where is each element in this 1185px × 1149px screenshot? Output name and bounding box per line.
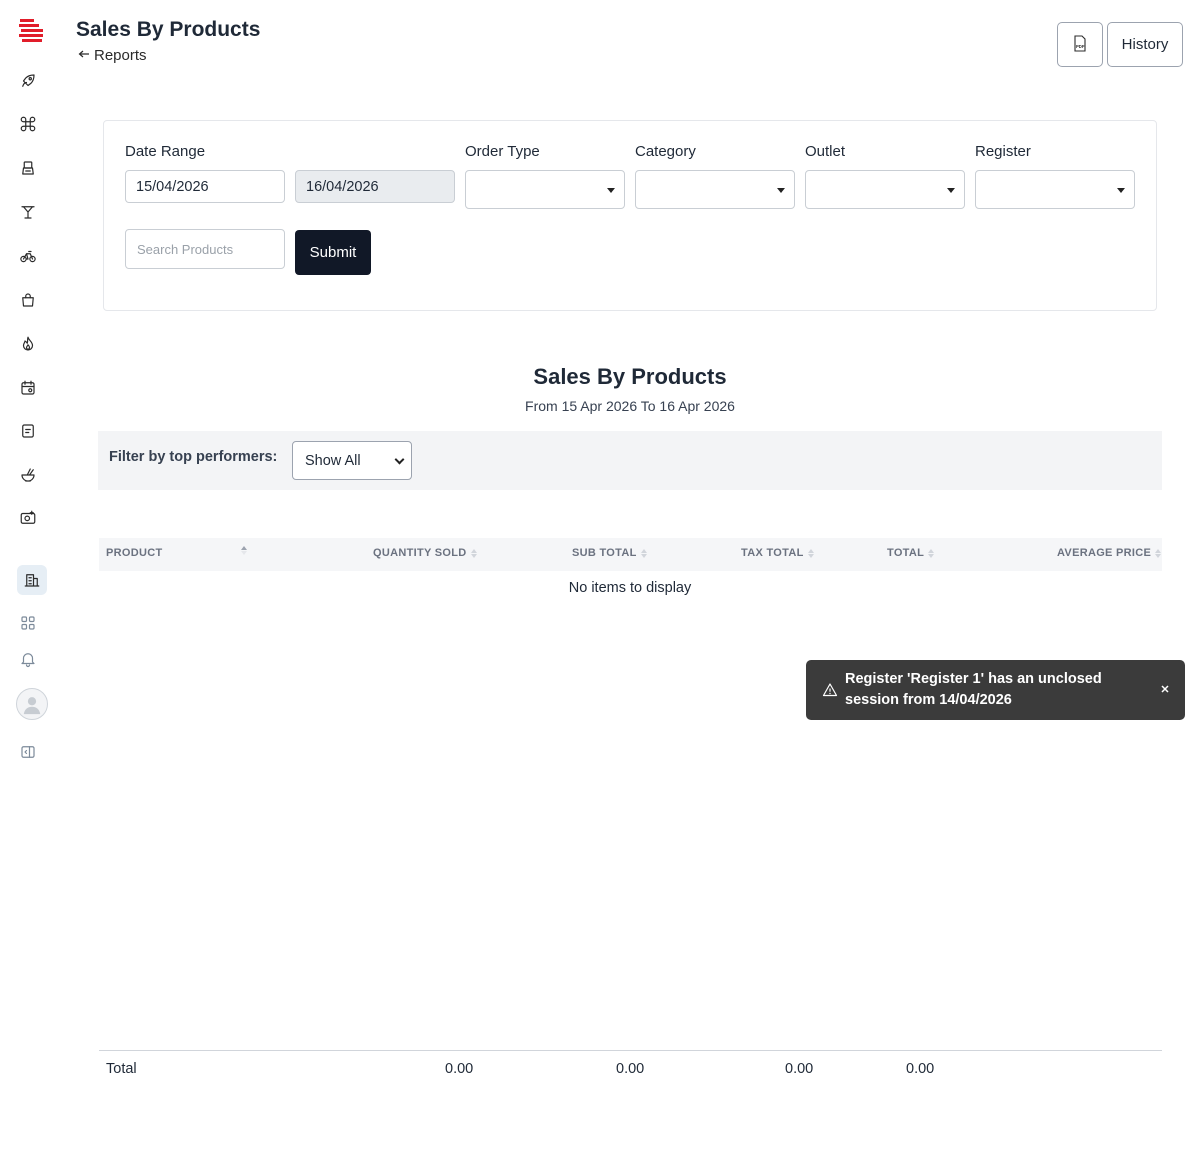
- outlet-label: Outlet: [805, 143, 846, 160]
- order-type-select[interactable]: [465, 170, 625, 209]
- column-label: AVERAGE PRICE: [1057, 547, 1152, 559]
- report-title: Sales By Products: [533, 364, 727, 389]
- arrow-left-icon: [78, 47, 90, 64]
- apps-icon[interactable]: [16, 611, 40, 635]
- category-label: Category: [635, 143, 696, 160]
- sort-icon: [807, 548, 814, 558]
- date-to-input[interactable]: 16/04/2026: [295, 170, 455, 203]
- rocket-icon[interactable]: [16, 69, 40, 93]
- date-from-input[interactable]: 15/04/2026: [125, 170, 285, 203]
- search-products-input[interactable]: Search Products: [125, 229, 285, 269]
- sidebar: [0, 0, 64, 1149]
- outlet-select[interactable]: [805, 170, 965, 209]
- sort-icon: [1155, 548, 1162, 558]
- column-label: PRODUCT: [106, 547, 163, 559]
- totals-label: Total: [106, 1061, 137, 1077]
- camera-add-icon[interactable]: [16, 506, 40, 530]
- column-header-sub-total[interactable]: SUB TOTAL: [572, 547, 647, 559]
- chevron-down-icon: [394, 454, 405, 465]
- cocktail-icon[interactable]: [16, 200, 40, 224]
- register-label: Register: [975, 143, 1031, 160]
- command-icon[interactable]: [16, 112, 40, 136]
- submit-button[interactable]: Submit: [295, 230, 371, 275]
- bowl-icon[interactable]: [16, 463, 40, 487]
- category-select[interactable]: [635, 170, 795, 209]
- column-label: TAX TOTAL: [741, 547, 804, 559]
- warning-toast: Register 'Register 1' has an unclosed se…: [806, 660, 1185, 720]
- ticket-icon[interactable]: [16, 419, 40, 443]
- column-label: QUANTITY SOLD: [373, 547, 467, 559]
- svg-text:PDF: PDF: [1076, 44, 1085, 49]
- column-header-quantity-sold[interactable]: QUANTITY SOLD: [373, 547, 477, 559]
- sort-icon: [470, 548, 477, 558]
- toast-message: Register 'Register 1' has an unclosed se…: [845, 671, 1102, 708]
- caret-down-icon: [777, 188, 785, 193]
- brand-logo[interactable]: [18, 18, 44, 44]
- back-link-label: Reports: [94, 47, 147, 64]
- totals-tax-total: 0.00: [785, 1061, 814, 1077]
- date-range-label: Date Range: [125, 143, 206, 160]
- column-label: SUB TOTAL: [572, 547, 637, 559]
- caret-down-icon: [1117, 188, 1125, 193]
- column-header-average-price[interactable]: AVERAGE PRICE: [1057, 547, 1162, 559]
- totals-quantity-sold: 0.00: [445, 1061, 474, 1077]
- pdf-export-button[interactable]: PDF: [1057, 22, 1103, 67]
- register-icon[interactable]: [16, 156, 40, 180]
- page-title: Sales By Products: [76, 18, 261, 41]
- close-icon[interactable]: [1159, 682, 1171, 694]
- column-header-product[interactable]: PRODUCT: [106, 547, 163, 559]
- history-button[interactable]: History: [1107, 22, 1183, 67]
- top-performers-value: Show All: [305, 452, 361, 469]
- pdf-file-icon: PDF: [1072, 34, 1088, 55]
- totals-sub-total: 0.00: [616, 1061, 645, 1077]
- top-performers-select[interactable]: Show All: [292, 441, 412, 480]
- back-to-reports-link[interactable]: Reports: [78, 47, 147, 64]
- sidebar-toggle-icon[interactable]: [16, 740, 40, 764]
- report-date-range: From 15 Apr 2026 To 16 Apr 2026: [525, 398, 735, 414]
- fire-icon[interactable]: [16, 332, 40, 356]
- caret-down-icon: [947, 188, 955, 193]
- column-label: TOTAL: [887, 547, 925, 559]
- caret-down-icon: [607, 188, 615, 193]
- column-header-total[interactable]: TOTAL: [887, 547, 935, 559]
- sort-icon: [928, 548, 935, 558]
- warning-icon: [822, 682, 838, 698]
- order-type-label: Order Type: [465, 143, 540, 160]
- empty-table-message: No items to display: [568, 580, 692, 596]
- sort-icon[interactable]: [241, 546, 247, 555]
- sort-icon: [640, 548, 647, 558]
- bell-icon[interactable]: [16, 647, 40, 671]
- bike-icon[interactable]: [16, 244, 40, 268]
- totals-total: 0.00: [906, 1061, 935, 1077]
- totals-divider: [99, 1050, 1162, 1051]
- register-select[interactable]: [975, 170, 1135, 209]
- top-performers-label: Filter by top performers:: [109, 449, 278, 465]
- column-header-tax-total[interactable]: TAX TOTAL: [741, 547, 814, 559]
- avatar[interactable]: [16, 688, 48, 720]
- bag-icon[interactable]: [16, 288, 40, 312]
